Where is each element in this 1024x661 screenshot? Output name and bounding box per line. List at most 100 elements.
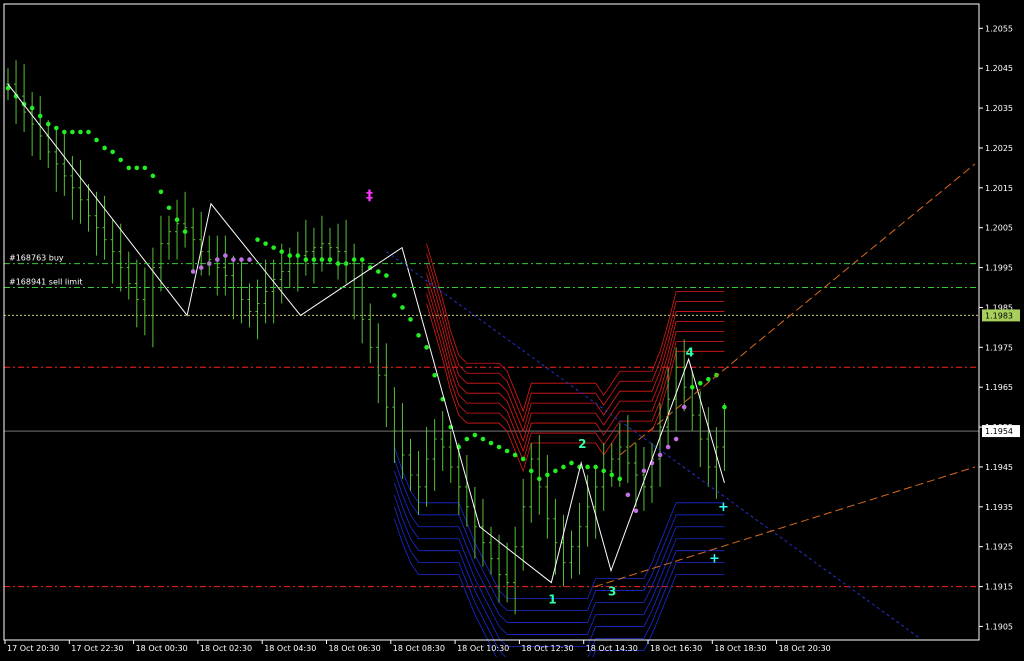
sar-dot bbox=[512, 452, 518, 458]
sar-dot bbox=[239, 257, 244, 262]
sar-dot bbox=[223, 253, 228, 258]
sar-dot bbox=[215, 257, 220, 262]
chart-background bbox=[0, 0, 1024, 657]
y-tick-label: 1.2005 bbox=[985, 224, 1013, 233]
sar-dot bbox=[609, 472, 615, 478]
sar-dot bbox=[279, 249, 285, 254]
sar-dot bbox=[359, 257, 365, 262]
signal-marker: ‡ bbox=[366, 188, 373, 204]
sar-dot bbox=[706, 376, 711, 382]
sar-dot bbox=[37, 113, 43, 119]
chart-canvas[interactable]: ‡ + + 1 2 3 4 #168763 buy #168941 sell limit 1… bbox=[0, 0, 1024, 661]
ask-price-text: 1.1983 bbox=[985, 311, 1013, 320]
wave-label: 3 bbox=[608, 585, 616, 599]
y-tick-label: 1.2015 bbox=[985, 184, 1013, 193]
sar-dot bbox=[681, 404, 687, 410]
sar-dot bbox=[166, 205, 172, 211]
sar-dot bbox=[295, 253, 301, 258]
sar-dot bbox=[545, 472, 550, 478]
sar-dot bbox=[698, 380, 703, 386]
sar-dot bbox=[150, 173, 156, 179]
sar-dot bbox=[553, 468, 558, 474]
sar-dot bbox=[110, 149, 115, 155]
sar-dot bbox=[158, 189, 164, 195]
y-tick-label: 1.2055 bbox=[985, 24, 1013, 33]
x-tick-label: 18 Oct 14:30 bbox=[586, 644, 638, 653]
y-tick-label: 1.1965 bbox=[985, 383, 1013, 392]
sar-dot bbox=[54, 125, 59, 131]
wave-label: 2 bbox=[578, 437, 586, 451]
sar-dot bbox=[190, 269, 196, 274]
sar-dot bbox=[464, 436, 470, 442]
sar-dot bbox=[70, 129, 75, 135]
y-tick-label: 1.1995 bbox=[985, 264, 1013, 273]
sar-dot bbox=[424, 345, 429, 350]
sar-dot bbox=[247, 257, 252, 262]
sar-dot bbox=[327, 257, 333, 262]
sar-dot bbox=[625, 492, 631, 498]
sar-dot bbox=[488, 440, 494, 446]
sar-dot bbox=[496, 444, 502, 450]
order-label: #168941 sell limit bbox=[9, 278, 82, 287]
sar-dot bbox=[722, 404, 727, 410]
sar-dot bbox=[102, 145, 107, 151]
sar-dot bbox=[271, 245, 276, 250]
signal-marker: + bbox=[718, 500, 729, 515]
sar-dot bbox=[384, 273, 389, 278]
order-label: #168763 buy bbox=[9, 254, 64, 263]
sar-dot bbox=[601, 468, 606, 474]
sar-dot bbox=[376, 269, 381, 274]
y-tick-label: 1.1925 bbox=[985, 543, 1013, 552]
wave-label: 4 bbox=[686, 345, 694, 359]
signal-marker: + bbox=[709, 552, 720, 567]
x-tick-label: 18 Oct 04:30 bbox=[264, 644, 316, 653]
x-tick-label: 18 Oct 18:30 bbox=[714, 644, 766, 653]
sar-dot bbox=[303, 257, 309, 262]
sar-dot bbox=[142, 165, 148, 171]
sar-dot bbox=[94, 137, 99, 143]
sar-dot bbox=[263, 241, 268, 246]
trading-chart[interactable]: ‡ + + 1 2 3 4 #168763 buy #168941 sell limit 1… bbox=[0, 0, 1024, 661]
y-tick-label: 1.1905 bbox=[985, 622, 1013, 631]
sar-dot bbox=[198, 265, 204, 270]
sar-dot bbox=[311, 257, 317, 262]
sar-dot bbox=[633, 508, 639, 514]
sar-dot bbox=[657, 452, 663, 458]
sar-dot bbox=[569, 460, 574, 466]
sar-dot bbox=[617, 476, 623, 482]
sar-dot bbox=[641, 468, 647, 474]
sar-dot bbox=[561, 464, 566, 470]
x-tick-label: 18 Oct 08:30 bbox=[393, 644, 445, 653]
sar-dot bbox=[665, 444, 671, 450]
sar-dot bbox=[432, 372, 437, 378]
sar-dot bbox=[351, 257, 357, 262]
y-tick-label: 1.1915 bbox=[985, 583, 1013, 592]
x-tick-label: 18 Oct 16:30 bbox=[650, 644, 702, 653]
x-tick-label: 18 Oct 00:30 bbox=[136, 644, 188, 653]
sar-dot bbox=[400, 305, 405, 310]
x-tick-label: 18 Oct 10:30 bbox=[457, 644, 509, 653]
x-tick-label: 17 Oct 20:30 bbox=[7, 644, 59, 653]
sar-dot bbox=[118, 157, 123, 163]
x-tick-label: 17 Oct 22:30 bbox=[71, 644, 123, 653]
sar-dot bbox=[408, 317, 413, 322]
sar-dot bbox=[174, 217, 180, 223]
current-price-text: 1.1954 bbox=[985, 427, 1013, 436]
sar-dot bbox=[29, 105, 35, 111]
y-tick-label: 1.1975 bbox=[985, 343, 1013, 352]
sar-dot bbox=[62, 129, 67, 135]
y-tick-label: 1.2025 bbox=[985, 144, 1013, 153]
sar-dot bbox=[537, 476, 542, 482]
sar-dot bbox=[480, 436, 486, 442]
x-tick-label: 18 Oct 20:30 bbox=[779, 644, 831, 653]
y-tick-label: 1.2045 bbox=[985, 64, 1013, 73]
sar-dot bbox=[528, 468, 534, 474]
sar-dot bbox=[472, 432, 478, 438]
sar-dot bbox=[231, 257, 236, 262]
y-tick-label: 1.1935 bbox=[985, 503, 1013, 512]
sar-dot bbox=[392, 293, 397, 298]
wave-label: 1 bbox=[548, 593, 556, 607]
sar-dot bbox=[255, 237, 260, 242]
y-tick-label: 1.2035 bbox=[985, 104, 1013, 113]
x-tick-label: 18 Oct 06:30 bbox=[329, 644, 381, 653]
